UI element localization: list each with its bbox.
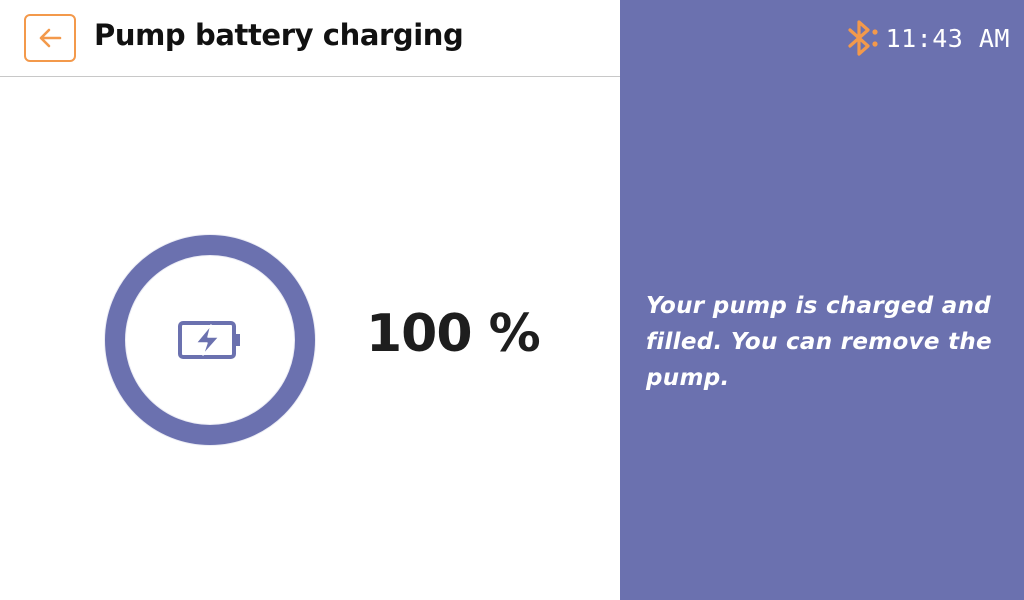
charge-percent: 100 % — [366, 304, 541, 364]
back-button[interactable] — [24, 14, 76, 62]
bluetooth-icon — [847, 20, 878, 56]
arrow-left-icon — [39, 28, 62, 48]
header: Pump battery charging — [0, 0, 620, 77]
battery-charging-icon — [178, 321, 240, 359]
status-message: Your pump is charged and filled. You can… — [646, 293, 992, 391]
status-bar: 11:43 AM — [846, 18, 1010, 58]
main-content: Pump battery charging 100 % — [0, 0, 620, 600]
page-title: Pump battery charging — [94, 18, 464, 52]
info-panel: 11:43 AM Your pump is charged and filled… — [620, 0, 1024, 600]
pump-battery-screen: Pump battery charging 100 % 11:43 AM You… — [0, 0, 1024, 600]
clock: 11:43 AM — [885, 23, 1010, 53]
